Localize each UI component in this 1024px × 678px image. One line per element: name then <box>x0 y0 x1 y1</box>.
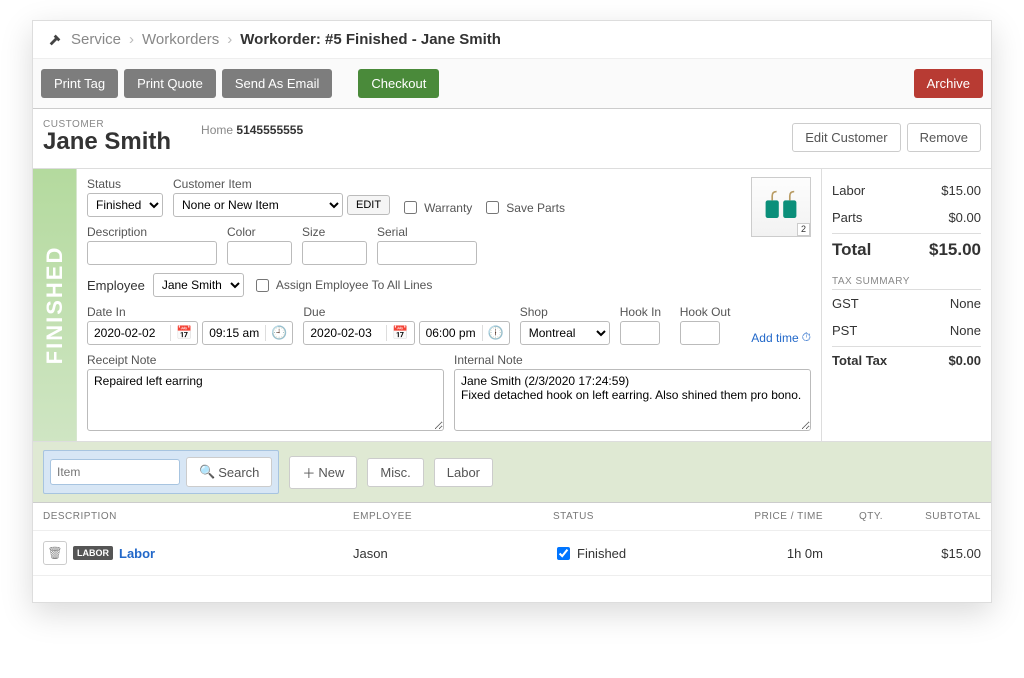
save-parts-checkbox[interactable]: Save Parts <box>482 198 565 217</box>
due-time-input[interactable]: 🕕 <box>419 321 510 345</box>
labor-tag: LABOR <box>73 546 113 560</box>
pst-amount: None <box>950 323 981 338</box>
line-description-link[interactable]: Labor <box>119 546 155 561</box>
receipt-note-textarea[interactable]: Repaired left earring <box>87 369 444 431</box>
total-tax-amount: $0.00 <box>948 353 981 368</box>
print-quote-button[interactable]: Print Quote <box>124 69 216 98</box>
due-label: Due <box>303 305 509 319</box>
serial-label: Serial <box>377 225 477 239</box>
chevron-right-icon: › <box>129 31 134 48</box>
color-input[interactable] <box>227 241 292 265</box>
hook-in-input[interactable] <box>620 321 660 345</box>
total-tax-label: Total Tax <box>832 353 887 368</box>
customer-item-label: Customer Item <box>173 177 390 191</box>
send-email-button[interactable]: Send As Email <box>222 69 333 98</box>
line-items-header: DESCRIPTION EMPLOYEE STATUS PRICE / TIME… <box>33 503 991 531</box>
internal-note-label: Internal Note <box>454 353 811 367</box>
chevron-right-icon: › <box>227 31 232 48</box>
employee-label: Employee <box>87 278 145 293</box>
line-status-text: Finished <box>577 546 626 561</box>
archive-button[interactable]: Archive <box>914 69 983 98</box>
breadcrumb: Service › Workorders › Workorder: #5 Fin… <box>33 21 991 59</box>
search-icon: 🔍 <box>199 464 215 480</box>
shop-label: Shop <box>520 305 610 319</box>
date-in-label: Date In <box>87 305 293 319</box>
status-label: Status <box>87 177 163 191</box>
phone-number: 5145555555 <box>236 123 303 137</box>
edit-customer-button[interactable]: Edit Customer <box>792 123 900 152</box>
description-input[interactable] <box>87 241 217 265</box>
remove-customer-button[interactable]: Remove <box>907 123 981 152</box>
calendar-icon: 📅 <box>386 325 413 341</box>
phone-label: Home <box>201 123 233 137</box>
serial-input[interactable] <box>377 241 477 265</box>
size-label: Size <box>302 225 367 239</box>
due-date-input[interactable]: 📅 <box>303 321 414 345</box>
line-status-checkbox[interactable] <box>557 547 570 560</box>
plus-icon: ＋ <box>302 463 315 482</box>
customer-name: Jane Smith <box>43 128 171 156</box>
hook-out-label: Hook Out <box>680 305 736 319</box>
totals-panel: Labor $15.00 Parts $0.00 Total $15.00 TAX S… <box>821 169 991 441</box>
new-button[interactable]: ＋New <box>289 456 357 489</box>
clock-icon: 🕘 <box>265 325 292 341</box>
breadcrumb-service[interactable]: Service <box>71 31 121 48</box>
item-search-input[interactable] <box>50 459 180 485</box>
line-item-row: 🗑 LABOR Labor Jason Finished 1h 0m $15.0… <box>33 531 991 576</box>
labor-button[interactable]: Labor <box>434 458 493 487</box>
labor-label: Labor <box>832 183 865 198</box>
tax-summary-label: TAX SUMMARY <box>832 266 981 287</box>
status-band: FINISHED <box>33 169 77 441</box>
hook-in-label: Hook In <box>620 305 670 319</box>
assign-all-lines-checkbox[interactable]: Assign Employee To All Lines <box>252 276 433 295</box>
clock-icon: ⏱ <box>802 330 811 345</box>
employee-select[interactable]: Jane Smith <box>153 273 244 297</box>
print-tag-button[interactable]: Print Tag <box>41 69 118 98</box>
line-item-toolbar: 🔍Search ＋New Misc. Labor <box>33 442 991 503</box>
item-photo-thumbnail[interactable] <box>751 177 811 237</box>
trash-icon: 🗑 <box>47 546 62 560</box>
gst-label: GST <box>832 296 859 311</box>
shop-select[interactable]: Montreal <box>520 321 610 345</box>
receipt-note-label: Receipt Note <box>87 353 444 367</box>
time-in-input[interactable]: 🕘 <box>202 321 293 345</box>
hook-out-input[interactable] <box>680 321 720 345</box>
edit-item-button[interactable]: EDIT <box>347 195 390 215</box>
checkout-button[interactable]: Checkout <box>358 69 439 98</box>
hammer-icon <box>47 32 63 48</box>
date-in-input[interactable]: 📅 <box>87 321 198 345</box>
total-amount: $15.00 <box>929 240 981 260</box>
clock-icon: 🕕 <box>482 325 509 341</box>
size-input[interactable] <box>302 241 367 265</box>
warranty-checkbox[interactable]: Warranty <box>400 198 472 217</box>
customer-bar: CUSTOMER Jane Smith Home 5145555555 Edit… <box>33 109 991 169</box>
parts-label: Parts <box>832 210 862 225</box>
workorder-form: Status Finished Customer Item None or Ne… <box>77 169 821 441</box>
color-label: Color <box>227 225 292 239</box>
add-time-link[interactable]: Add time⏱ <box>746 330 811 345</box>
labor-amount: $15.00 <box>941 183 981 198</box>
status-select[interactable]: Finished <box>87 193 163 217</box>
line-employee: Jason <box>353 546 553 561</box>
description-label: Description <box>87 225 217 239</box>
breadcrumb-current: Workorder: #5 Finished - Jane Smith <box>240 31 501 48</box>
line-price: 1h 0m <box>713 546 823 561</box>
breadcrumb-workorders[interactable]: Workorders <box>142 31 219 48</box>
customer-item-select[interactable]: None or New Item <box>173 193 343 217</box>
search-button[interactable]: 🔍Search <box>186 457 272 487</box>
total-label: Total <box>832 240 871 260</box>
line-subtotal: $15.00 <box>883 546 981 561</box>
toolbar: Print Tag Print Quote Send As Email Chec… <box>33 59 991 109</box>
internal-note-textarea[interactable]: Jane Smith (2/3/2020 17:24:59) Fixed det… <box>454 369 811 431</box>
delete-line-button[interactable]: 🗑 <box>43 541 67 565</box>
calendar-icon: 📅 <box>170 325 197 341</box>
misc-button[interactable]: Misc. <box>367 458 423 487</box>
gst-amount: None <box>950 296 981 311</box>
pst-label: PST <box>832 323 857 338</box>
parts-amount: $0.00 <box>948 210 981 225</box>
